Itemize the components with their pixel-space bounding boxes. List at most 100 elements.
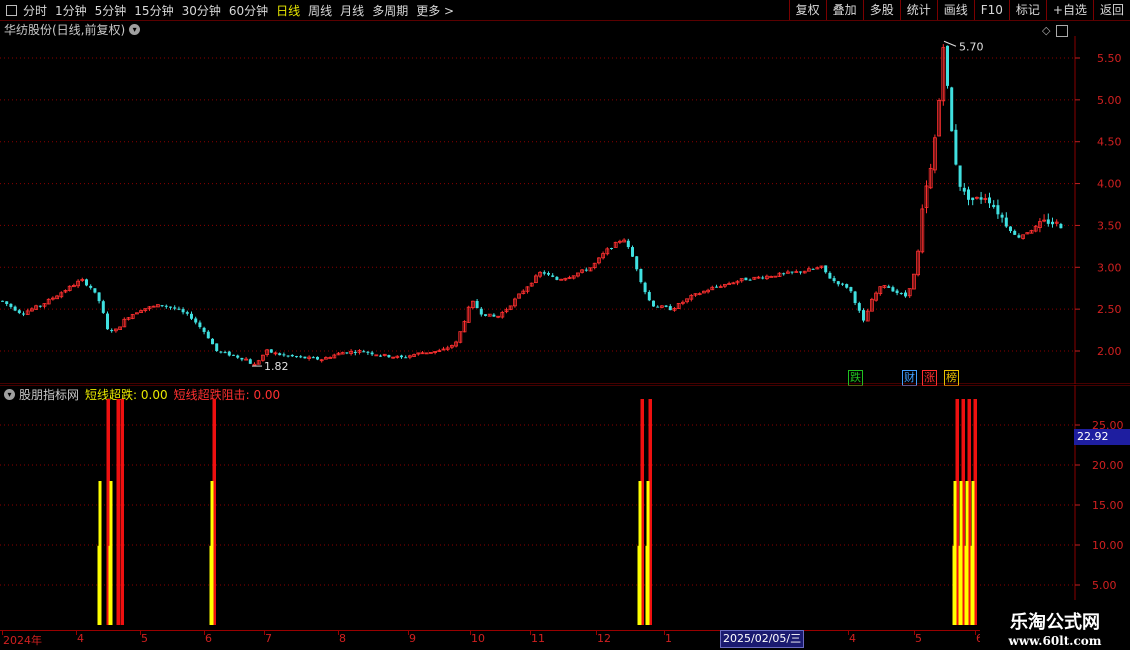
candle [51, 296, 55, 301]
candle [824, 265, 828, 274]
window-icon[interactable] [6, 4, 17, 16]
event-tag[interactable]: 榜 [944, 370, 959, 386]
candle [479, 307, 483, 317]
toolbar-button[interactable]: 返回 [1092, 0, 1130, 20]
toolbar-button[interactable]: +自选 [1045, 0, 1093, 20]
date-label: 11 [531, 632, 545, 645]
period-tab[interactable]: 30分钟 [182, 2, 221, 19]
candle [748, 278, 752, 281]
candle [622, 238, 626, 243]
price-tick-label: 4.00 [1097, 178, 1122, 191]
candle [72, 283, 76, 288]
toolbar-button[interactable]: 复权 [788, 0, 826, 20]
indicator-current-value: 22.92 [1074, 429, 1130, 445]
date-label: 5 [141, 632, 148, 645]
candle [110, 328, 114, 333]
candle [449, 344, 454, 350]
period-tab[interactable]: 分时 [23, 2, 47, 19]
candle [958, 165, 962, 191]
candle [286, 355, 290, 358]
date-label: 9 [409, 632, 416, 645]
candle [458, 331, 463, 344]
period-tab[interactable]: 更多 > [416, 2, 454, 19]
period-tab[interactable]: 1分钟 [55, 2, 87, 19]
candle [937, 98, 941, 137]
toolbar-button[interactable]: F10 [973, 0, 1009, 20]
candle [454, 340, 459, 348]
candle [618, 239, 622, 244]
period-tab[interactable]: 多周期 [372, 2, 408, 19]
period-tab[interactable]: 周线 [308, 2, 332, 19]
candle [592, 262, 597, 270]
candle [689, 293, 694, 302]
candle [80, 277, 85, 282]
candle [295, 355, 298, 358]
indicator-tick-label: 20.00 [1092, 459, 1124, 472]
date-label: 12 [597, 632, 611, 645]
indicator-yellow-bar [964, 545, 967, 625]
toolbar-button[interactable]: 画线 [936, 0, 974, 20]
period-tab[interactable]: 日线 [276, 2, 300, 19]
candle [311, 356, 315, 359]
candle [874, 291, 878, 302]
period-tab[interactable]: 15分钟 [134, 2, 173, 19]
candle [487, 313, 492, 317]
period-tab[interactable]: 60分钟 [229, 2, 268, 19]
candle [664, 305, 668, 308]
candle [227, 350, 231, 357]
candle [370, 350, 374, 356]
candle [46, 298, 51, 305]
candle [122, 317, 127, 328]
period-toolbar: 分时 1分钟 5分钟 15分钟 30分钟 60分钟 日线 周线 月线 多周期 更多 > 复权 叠加 多股… [0, 0, 1130, 21]
candle [529, 282, 534, 287]
candle [693, 293, 698, 297]
toolbar-button[interactable]: 多股 [862, 0, 900, 20]
candle [114, 328, 118, 333]
event-tag[interactable]: 涨 [922, 370, 937, 386]
candle [832, 275, 836, 284]
price-chart[interactable]: 5.50 5.00 4.50 4.00 3.50 3.00 2.50 2.00 5.70 1.82 [0, 36, 1130, 384]
candle [1017, 233, 1021, 239]
event-tag[interactable]: 跌 [848, 370, 863, 386]
candle [206, 330, 210, 339]
candle [790, 271, 794, 275]
candle [1042, 214, 1046, 223]
candle [328, 356, 333, 359]
candle [13, 305, 17, 312]
candle [319, 358, 324, 363]
date-label: 6 [205, 632, 212, 645]
candle [613, 241, 618, 248]
candle [496, 315, 501, 319]
chevron-down-icon[interactable]: ▾ [129, 24, 141, 35]
candle [899, 292, 903, 295]
candle [631, 245, 634, 257]
candle [97, 292, 101, 304]
toolbar-button[interactable]: 统计 [899, 0, 937, 20]
candle [273, 351, 278, 356]
period-tab[interactable]: 5分钟 [95, 2, 127, 19]
candle [332, 353, 337, 359]
event-tag[interactable]: 财 [902, 370, 917, 386]
candle [782, 272, 786, 276]
candle [996, 199, 1000, 219]
indicator-yellow-bar [108, 545, 111, 625]
toolbar-buttons: 复权 叠加 多股 统计 画线 F10 标记 +自选 返回 [788, 0, 1130, 20]
candle [920, 204, 925, 254]
candle [584, 267, 588, 272]
indicator-chart[interactable]: 25.0020.0015.0010.005.00 [0, 385, 1130, 630]
watermark: 乐淘公式网 www.60lt.com [980, 600, 1130, 650]
toolbar-button[interactable]: 标记 [1008, 0, 1046, 20]
candle [265, 348, 270, 357]
candle [357, 349, 362, 355]
date-label: 8 [339, 632, 346, 645]
toolbar-button[interactable]: 叠加 [825, 0, 863, 20]
candle [656, 305, 660, 308]
candle [891, 285, 895, 292]
period-tab[interactable]: 月线 [340, 2, 364, 19]
panel-icon[interactable] [1056, 24, 1069, 37]
candle [563, 277, 568, 282]
candle [946, 45, 949, 89]
candle [219, 351, 223, 354]
candle [610, 247, 613, 250]
candle [534, 274, 538, 284]
